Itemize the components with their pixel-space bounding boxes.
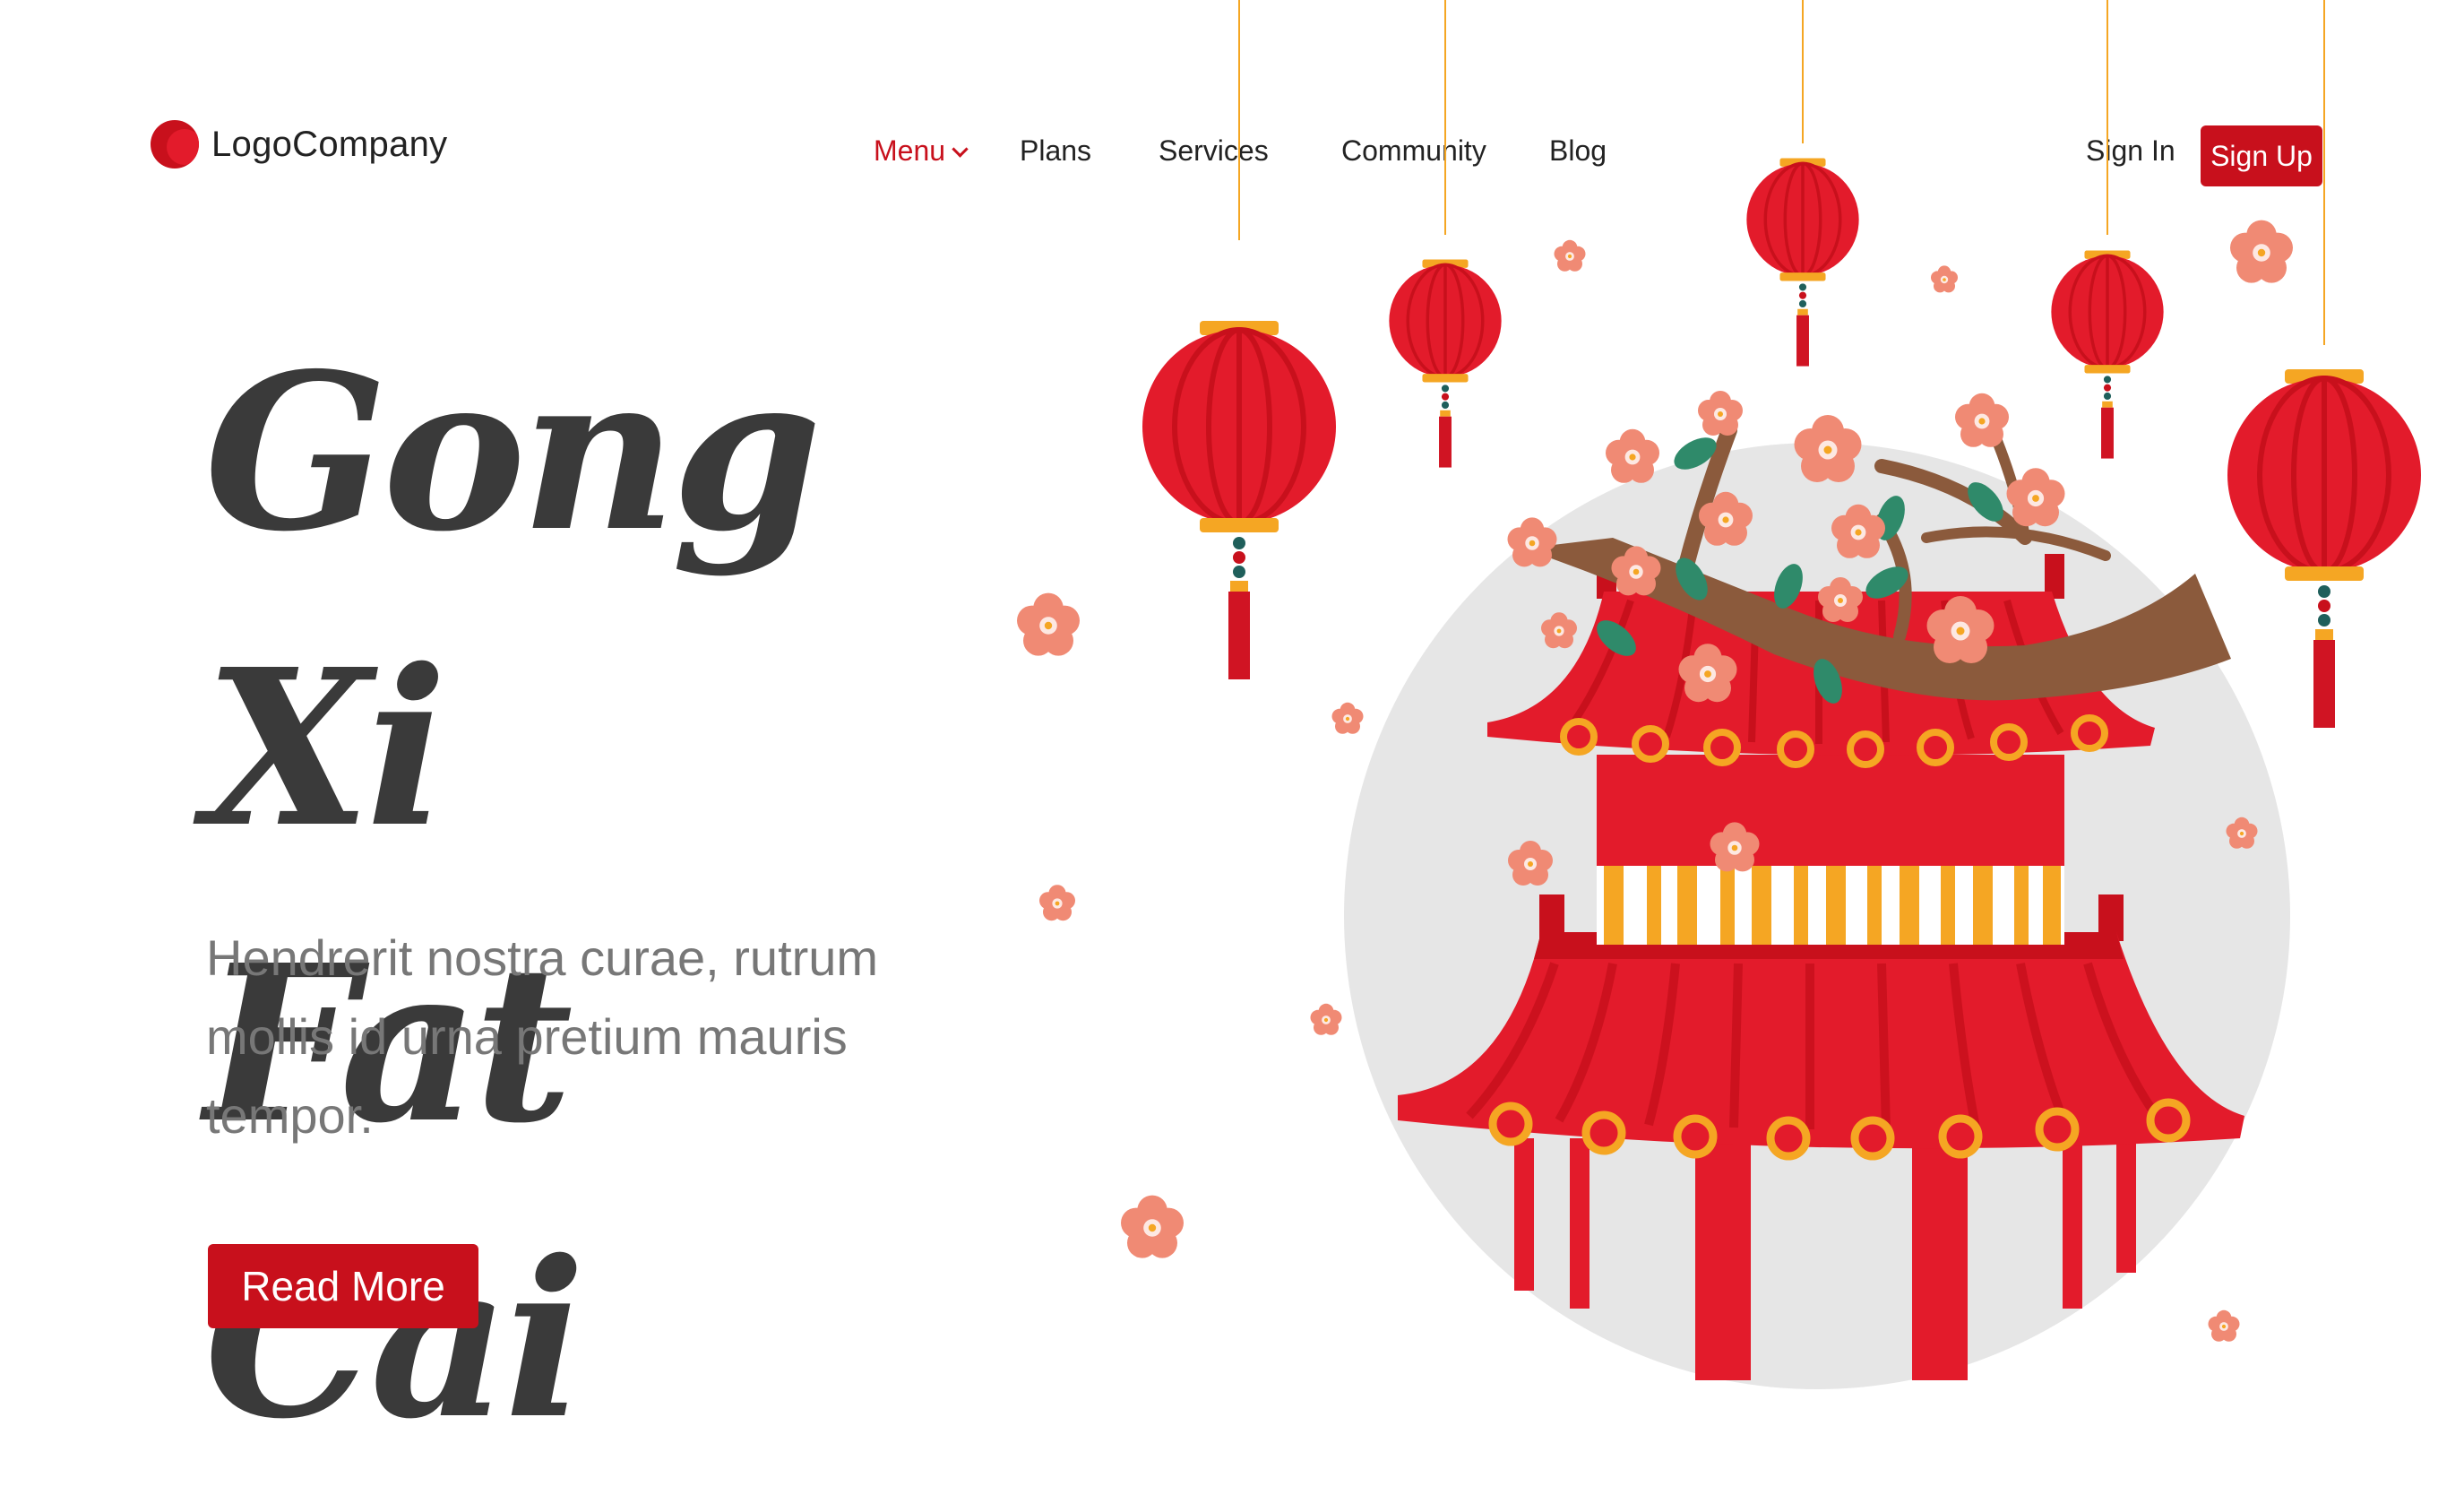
lantern-icon — [1745, 156, 1861, 368]
blossom-icon — [1698, 391, 1743, 436]
blossom-icon — [1955, 393, 2009, 447]
blossom-icon — [2230, 220, 2293, 283]
lantern-icon — [1142, 321, 1336, 679]
blossom-icon — [1794, 415, 1862, 482]
blossom-icon — [1039, 885, 1075, 921]
blossom-icon — [1017, 592, 1080, 656]
hero-illustration — [1017, 0, 2464, 1389]
lantern-icon — [2227, 369, 2421, 728]
lantern-icon — [2049, 248, 2166, 461]
blossom-icon — [1507, 517, 1557, 567]
blossom-icon — [1931, 265, 1958, 293]
blossom-icon — [1310, 1003, 1342, 1035]
blossom-icon — [1606, 428, 1659, 483]
blossom-icon — [1331, 702, 1364, 734]
blossom-icon — [1121, 1195, 1184, 1258]
blossom-icon — [2208, 1309, 2240, 1342]
lantern-icon — [1387, 257, 1503, 470]
blossom-icon — [1554, 239, 1586, 272]
